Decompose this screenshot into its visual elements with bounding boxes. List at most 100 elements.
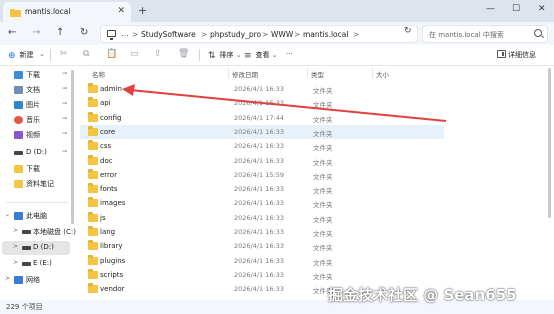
sidebar-item-videos[interactable]: 视频 ⊸: [0, 128, 72, 142]
column-header-date[interactable]: 修改日期: [232, 69, 258, 79]
file-type: 文件夹: [313, 272, 333, 281]
sidebar-item-network[interactable]: > 网络: [0, 273, 72, 287]
column-divider[interactable]: [228, 68, 229, 78]
refresh-icon[interactable]: ↻: [404, 26, 412, 36]
file-row-library[interactable]: library 2026/4/1 16:33 文件夹: [80, 239, 444, 253]
view-button[interactable]: ≡ 查看 ⌄: [244, 50, 278, 61]
file-row-lang[interactable]: lang 2026/4/1 16:33 文件夹: [80, 225, 444, 239]
breadcrumb-mantis-local[interactable]: mantis.local: [303, 30, 348, 39]
chevron-right-icon[interactable]: >: [13, 243, 18, 250]
file-date: 2026/4/1 17:44: [234, 113, 284, 122]
videos-icon: [14, 131, 23, 139]
sort-label: 排序: [219, 51, 234, 59]
file-date: 2026/4/1 16:33: [234, 99, 284, 108]
file-name: js: [100, 213, 106, 222]
column-divider[interactable]: [372, 68, 373, 78]
file-type: 文件夹: [313, 258, 333, 267]
file-type: 文件夹: [313, 144, 333, 153]
file-row-admin[interactable]: admin 2026/4/1 16:33 文件夹: [80, 82, 444, 96]
tab-mantis-local[interactable]: mantis.local ✕: [3, 2, 131, 22]
delete-icon[interactable]: 🗑: [178, 49, 189, 59]
new-chevron-icon[interactable]: ⌄: [39, 50, 45, 58]
chevron-down-icon[interactable]: ⌄: [5, 211, 10, 218]
cut-icon[interactable]: ✂: [60, 49, 68, 59]
file-row-css[interactable]: css 2026/4/1 16:33 文件夹: [80, 139, 444, 153]
pin-icon: ⊸: [62, 148, 68, 155]
back-button[interactable]: ←: [8, 27, 16, 38]
up-button[interactable]: ↑: [56, 27, 64, 38]
file-date: 2026/4/1 16:33: [234, 156, 284, 165]
file-type: 文件夹: [313, 129, 333, 138]
column-header-type[interactable]: 类型: [311, 69, 324, 79]
close-window-button[interactable]: ✕: [538, 4, 546, 14]
breadcrumb-phpstudy-pro[interactable]: phpstudy_pro: [210, 30, 261, 39]
folder-icon: [88, 168, 98, 179]
sidebar-scrollbar[interactable]: [71, 70, 74, 224]
network-icon: [14, 276, 23, 284]
tab-title: mantis.local: [25, 7, 71, 16]
breadcrumb-www[interactable]: WWW: [271, 30, 293, 39]
folder-icon: [14, 180, 23, 188]
sidebar-item-label: 此电脑: [26, 212, 47, 220]
path-bar[interactable]: … > StudySoftware > phpstudy_pro > WWW >…: [100, 25, 418, 43]
file-type: 文件夹: [313, 158, 333, 167]
file-row-fonts[interactable]: fonts 2026/4/1 16:33 文件夹: [80, 182, 444, 196]
chevron-right-icon[interactable]: >: [5, 275, 10, 282]
sidebar-item-d-drive[interactable]: D (D:) ⊸: [0, 146, 72, 160]
minimize-button[interactable]: —: [486, 4, 495, 14]
sidebar-item-downloads[interactable]: 下载 ⊸: [0, 68, 72, 82]
column-divider[interactable]: [307, 68, 308, 78]
file-row-config[interactable]: config 2026/4/1 17:44 文件夹: [80, 111, 444, 125]
file-type: 文件夹: [313, 172, 333, 181]
copy-icon[interactable]: ⧉: [83, 49, 89, 59]
file-row-js[interactable]: js 2026/4/1 16:33 文件夹: [80, 211, 444, 225]
chevron-right-icon[interactable]: >: [13, 227, 18, 234]
file-row-images[interactable]: images 2026/4/1 16:33 文件夹: [80, 196, 444, 210]
sidebar-item-e-drive[interactable]: > E (E:): [0, 257, 72, 271]
search-input[interactable]: 在 mantis.local 中搜索: [422, 25, 548, 43]
file-name: config: [100, 113, 122, 122]
close-tab-icon[interactable]: ✕: [117, 6, 125, 16]
new-button[interactable]: ⊕ 新建: [8, 50, 34, 61]
column-header-name[interactable]: 名称: [92, 69, 105, 79]
more-options-button[interactable]: ···: [286, 50, 293, 58]
sidebar-item-d-drive-tree[interactable]: > D (D:): [2, 241, 70, 255]
sidebar-item-notes-folder[interactable]: 资料笔记: [0, 177, 72, 191]
folder-icon: [88, 140, 98, 151]
file-row-scripts[interactable]: scripts 2026/4/1 16:33 文件夹: [80, 268, 444, 282]
sidebar-item-pictures[interactable]: 图片 ⊸: [0, 98, 72, 112]
file-name: vendor: [100, 285, 125, 294]
path-more-button[interactable]: …: [121, 29, 129, 38]
file-row-api[interactable]: api 2026/4/1 16:33 文件夹: [80, 96, 444, 110]
share-icon[interactable]: ⇪: [154, 49, 162, 59]
sidebar-item-label: E (E:): [33, 259, 52, 267]
sidebar-item-c-drive[interactable]: > 本地磁盘 (C:): [0, 225, 76, 239]
refresh-nav-button[interactable]: ↻: [80, 27, 88, 38]
file-row-core[interactable]: core 2026/4/1 16:33 文件夹: [80, 124, 444, 139]
paste-icon[interactable]: 📋: [106, 49, 117, 59]
sidebar-item-documents[interactable]: 文档 ⊸: [0, 83, 72, 97]
column-header-size[interactable]: 大小: [376, 69, 389, 79]
sidebar-item-downloads-folder[interactable]: 下载: [0, 162, 72, 176]
breadcrumb-separator: >: [201, 30, 208, 39]
details-button[interactable]: 详细信息: [508, 50, 536, 60]
scrollbar-thumb[interactable]: [548, 68, 551, 218]
sidebar-item-music[interactable]: 音乐 ⊸: [0, 113, 72, 127]
sort-button[interactable]: ⇅ 排序 ⌄: [208, 50, 242, 61]
sidebar-item-this-pc[interactable]: ⌄ 此电脑: [0, 209, 72, 223]
forward-button[interactable]: →: [32, 27, 40, 38]
sidebar-item-label: 文档: [26, 86, 40, 94]
file-row-doc[interactable]: doc 2026/4/1 16:33 文件夹: [80, 154, 444, 168]
new-tab-button[interactable]: +: [138, 4, 147, 17]
rename-icon[interactable]: ▭: [130, 49, 139, 59]
file-row-error[interactable]: error 2026/4/1 15:59 文件夹: [80, 168, 444, 182]
chevron-right-icon[interactable]: >: [13, 259, 18, 266]
search-icon: [534, 29, 542, 37]
plus-icon: ⊕: [8, 51, 16, 61]
maximize-button[interactable]: ☐: [512, 4, 520, 14]
file-date: 2026/4/1 16:33: [234, 228, 284, 236]
breadcrumb-studysoftware[interactable]: StudySoftware: [141, 30, 196, 39]
file-list-scrollbar[interactable]: [548, 66, 552, 300]
file-row-plugins[interactable]: plugins 2026/4/1 16:33 文件夹: [80, 254, 444, 268]
sidebar-item-label: 资料笔记: [26, 180, 54, 188]
